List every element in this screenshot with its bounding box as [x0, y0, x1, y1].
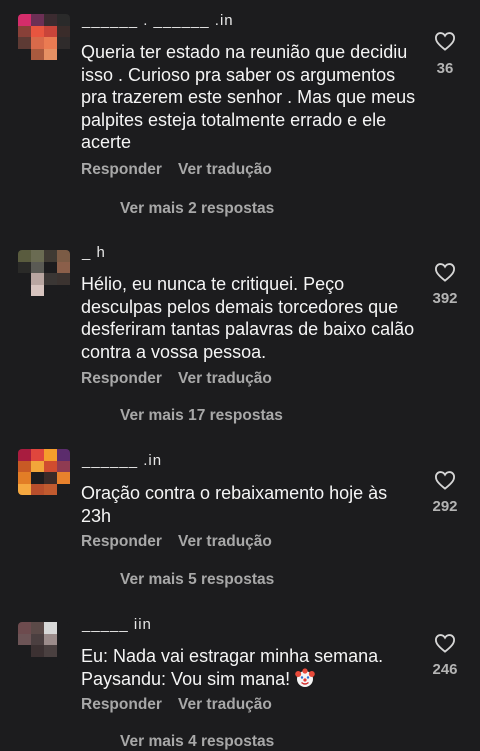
- like-count: 36: [436, 60, 454, 77]
- reply-button[interactable]: Responder: [81, 696, 162, 713]
- comment-text: Queria ter estado na reunião que decidiu…: [81, 42, 416, 152]
- like-count: 392: [432, 290, 458, 307]
- avatar[interactable]: [18, 250, 70, 296]
- avatar[interactable]: [18, 449, 70, 495]
- heart-outline-icon: [434, 263, 456, 282]
- reply-button[interactable]: Responder: [81, 533, 162, 550]
- comment-username[interactable]: ______ .in: [82, 452, 162, 469]
- comment-username[interactable]: _ h: [82, 244, 106, 261]
- comment-username[interactable]: ______ . ______ .in: [82, 12, 234, 29]
- translate-button[interactable]: Ver tradução: [178, 161, 272, 178]
- like-button[interactable]: [430, 31, 460, 51]
- comment-text: Oração contra o rebaixamento hoje às 23h: [81, 483, 388, 526]
- like-count: 292: [432, 498, 458, 515]
- like-button[interactable]: [430, 262, 460, 282]
- reply-button[interactable]: Responder: [81, 161, 162, 178]
- heart-outline-icon: [434, 634, 456, 653]
- view-more-replies-button[interactable]: Ver mais 17 respostas: [120, 407, 283, 425]
- clown-face-emoji: [295, 667, 315, 688]
- comment-actions: Responder Ver tradução: [81, 533, 272, 551]
- like-button[interactable]: [430, 470, 460, 490]
- translate-button[interactable]: Ver tradução: [178, 370, 272, 387]
- comment-text: Hélio, eu nunca te critiquei. Peço descu…: [81, 274, 415, 362]
- heart-outline-icon: [434, 471, 456, 490]
- avatar[interactable]: [18, 14, 70, 60]
- reply-button[interactable]: Responder: [81, 370, 162, 387]
- translate-button[interactable]: Ver tradução: [178, 696, 272, 713]
- comment-actions: Responder Ver tradução: [81, 161, 272, 179]
- comment-username[interactable]: _____ iin: [82, 616, 152, 633]
- comment-text: Eu: Nada vai estragar minha semana. Pays…: [81, 645, 416, 690]
- avatar[interactable]: [18, 622, 70, 668]
- comment-actions: Responder Ver tradução: [81, 370, 272, 388]
- comment-text-content: Eu: Nada vai estragar minha semana. Pays…: [81, 646, 384, 689]
- like-count: 246: [432, 661, 458, 678]
- view-more-replies-button[interactable]: Ver mais 2 respostas: [120, 200, 274, 218]
- view-more-replies-button[interactable]: Ver mais 5 respostas: [120, 571, 274, 589]
- comment-actions: Responder Ver tradução: [81, 696, 272, 714]
- translate-button[interactable]: Ver tradução: [178, 533, 272, 550]
- view-more-replies-button[interactable]: Ver mais 4 respostas: [120, 733, 274, 751]
- like-button[interactable]: [430, 633, 460, 653]
- heart-outline-icon: [434, 32, 456, 51]
